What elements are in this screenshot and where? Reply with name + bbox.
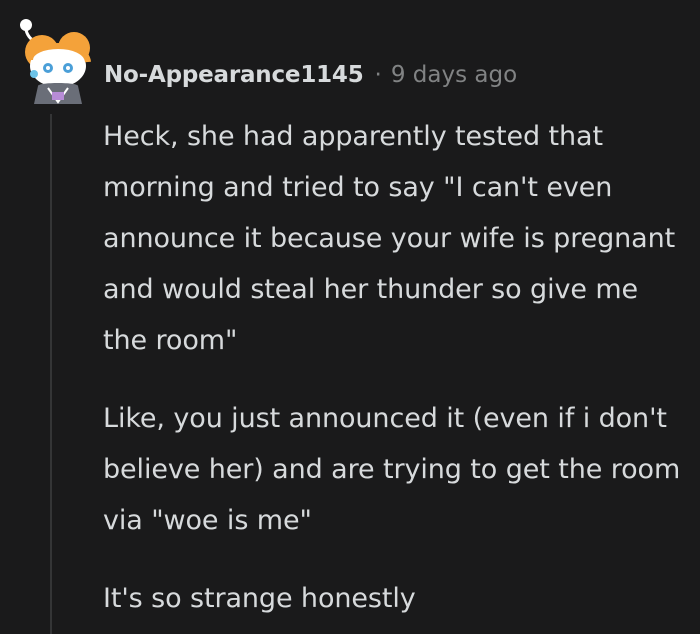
- meta-separator: ·: [374, 62, 382, 88]
- snoo-avatar-icon: [20, 19, 91, 104]
- comment-header: No-Appearance1145 · 9 days ago: [104, 58, 517, 92]
- thread-collapse-line[interactable]: [50, 114, 52, 634]
- comment-paragraph: Heck, she had apparently tested that mor…: [103, 121, 676, 356]
- comment-paragraph: It's so strange honestly: [103, 583, 416, 614]
- comment-paragraph: Like, you just announced it (even if i d…: [103, 403, 681, 536]
- comment-body: Heck, she had apparently tested that mor…: [103, 111, 688, 624]
- author-username[interactable]: No-Appearance1145: [104, 62, 364, 88]
- comment: No-Appearance1145 · 9 days ago Heck, she…: [0, 0, 700, 634]
- avatar[interactable]: [12, 12, 96, 104]
- timestamp[interactable]: 9 days ago: [391, 62, 517, 88]
